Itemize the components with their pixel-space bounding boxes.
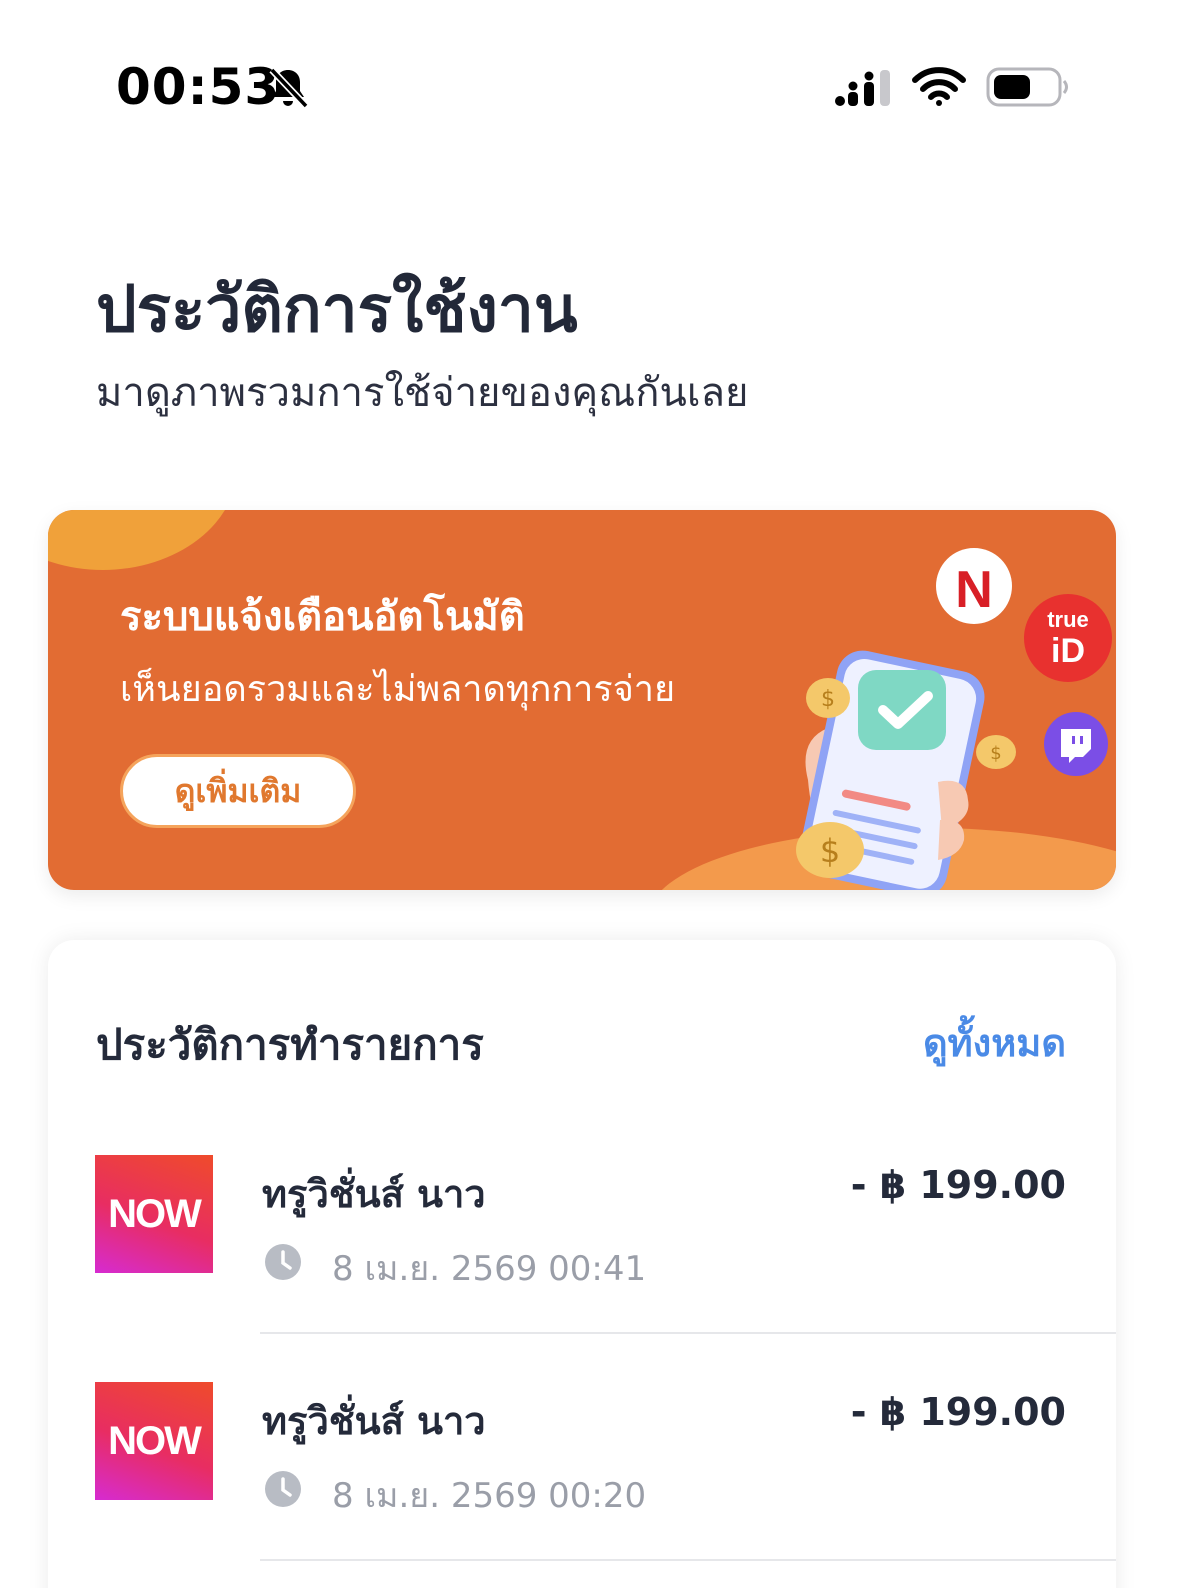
usage-history-screen: 00:53 ประวัติการใช้งาน มาดูภาพรวมการใช้จ… (0, 0, 1179, 1588)
view-all-link[interactable]: ดูทั้งหมด (923, 1012, 1066, 1073)
status-time: 00:53 (116, 58, 281, 116)
netflix-logo: N (936, 548, 1012, 624)
transaction-row[interactable]: NOW ทรูวิชั่นส์ นาว - ฿ 199.00 8 เม.ย. 2… (48, 1155, 1116, 1382)
cellular-signal-icon (835, 70, 890, 106)
transaction-row[interactable]: NOW ทรูวิชั่นส์ นาว - ฿ 199.00 8 เม.ย. 2… (48, 1382, 1116, 1588)
auto-notification-banner[interactable]: ระบบแจ้งเตือนอัตโนมัติ เห็นยอดรวมและไม่พ… (48, 510, 1116, 890)
trueid-logo-text: true (1047, 607, 1089, 632)
bell-slash-icon (269, 67, 309, 109)
transaction-amount: - ฿ 199.00 (850, 1390, 1066, 1434)
clock-icon (265, 1471, 301, 1507)
truevisions-now-logo: NOW (95, 1382, 213, 1500)
twitch-logo (1044, 712, 1108, 776)
transaction-name: ทรูวิชั่นส์ นาว (262, 1399, 486, 1443)
phone-payment-illustration: $ $ $ N true iD (796, 548, 1112, 890)
divider (260, 1559, 1116, 1561)
transaction-amount: - ฿ 199.00 (850, 1163, 1066, 1207)
transaction-name: ทรูวิชั่นส์ นาว (262, 1172, 486, 1216)
transaction-datetime: 8 เม.ย. 2569 00:41 (332, 1249, 647, 1289)
transaction-datetime: 8 เม.ย. 2569 00:20 (332, 1476, 647, 1516)
trueid-logo: true iD (1024, 594, 1112, 682)
trueid-logo-id: iD (1051, 632, 1085, 670)
transaction-history-card: ประวัติการทำรายการ ดูทั้งหมด NOW ทรูวิชั… (48, 940, 1116, 1588)
svg-text:$: $ (990, 743, 1001, 764)
see-more-button[interactable]: ดูเพิ่มเติม (120, 754, 356, 828)
clock-icon (265, 1244, 301, 1280)
svg-text:$: $ (820, 832, 840, 870)
battery-icon (986, 67, 1068, 107)
wifi-icon (912, 67, 966, 106)
page-subtitle: มาดูภาพรวมการใช้จ่ายของคุณกันเลย (96, 370, 749, 416)
truevisions-now-logo: NOW (95, 1155, 213, 1273)
svg-text:$: $ (821, 687, 835, 712)
divider (260, 1332, 1116, 1334)
netflix-logo-letter: N (955, 561, 993, 619)
banner-title: ระบบแจ้งเตือนอัตโนมัติ (120, 594, 525, 640)
banner-decoration (48, 510, 238, 570)
transaction-history-title: ประวัติการทำรายการ (96, 1020, 484, 1069)
banner-subtitle: เห็นยอดรวมและไม่พลาดทุกการจ่าย (120, 669, 676, 710)
page-title: ประวัติการใช้งาน (96, 273, 578, 347)
